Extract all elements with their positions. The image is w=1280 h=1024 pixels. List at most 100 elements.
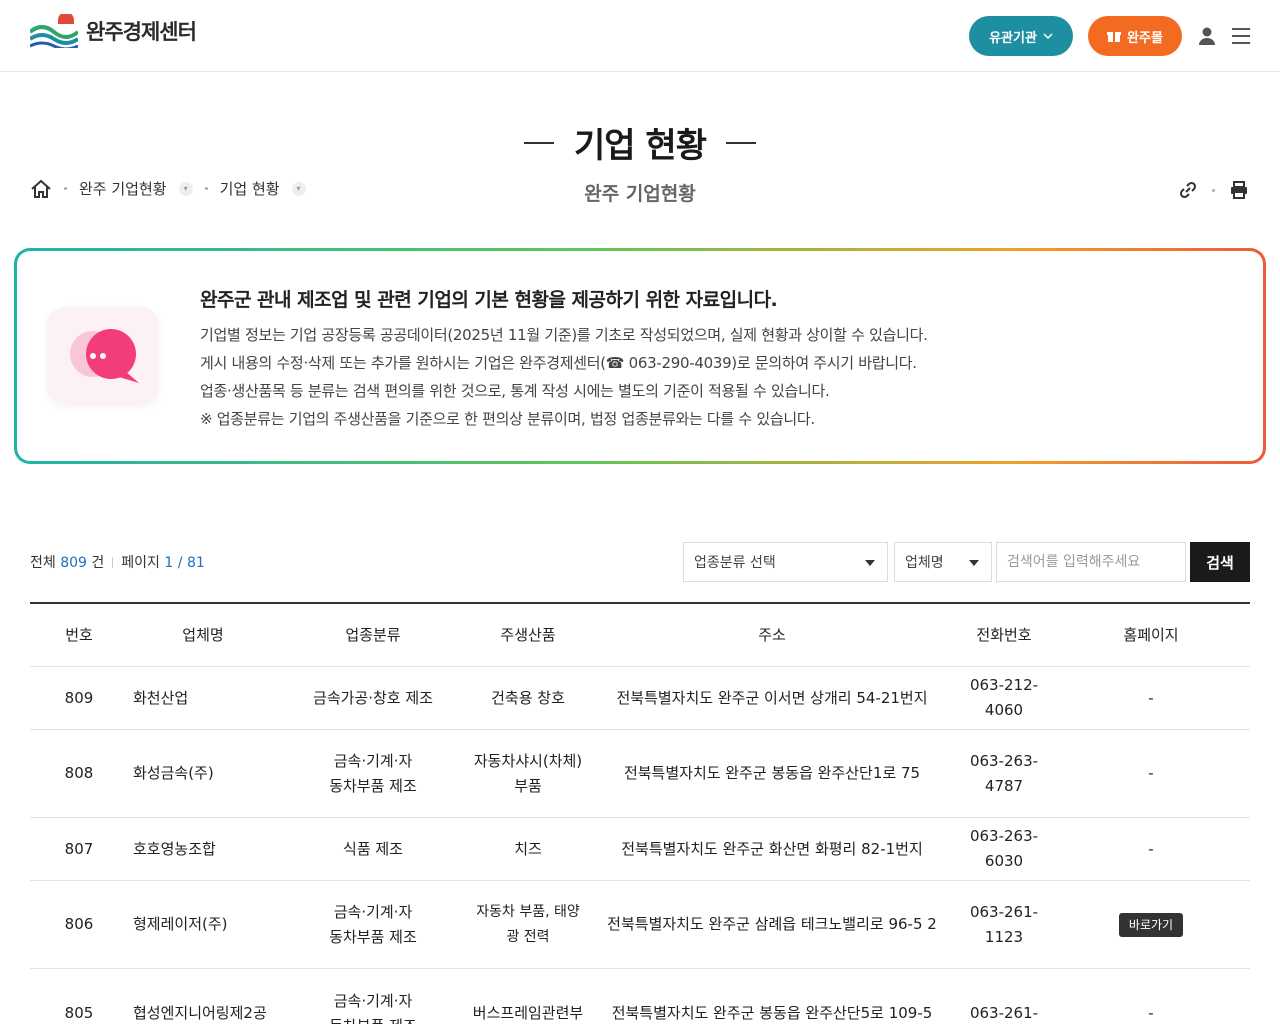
table-row[interactable]: 807 호호영농조합 식품 제조 치즈 전북특별자치도 완주군 화산면 화평리 … <box>30 818 1250 881</box>
company-table: 번호 업체명 업종분류 주생산품 주소 전화번호 홈페이지 809 화천산업 금… <box>30 602 1250 1024</box>
notice-box-inner: 완주군 관내 제조업 및 관련 기업의 기본 현황을 제공하기 위한 자료입니다… <box>17 251 1263 461</box>
cell-product: 건축용 창호 <box>491 688 565 707</box>
cell-product: 치즈 <box>514 839 542 858</box>
page-indicator: 페이지 1 / 81 <box>121 555 205 571</box>
table-header-cell: 전화번호 <box>976 625 1032 644</box>
cell-address: 전북특별자치도 완주군 화산면 화평리 82-1번지 <box>621 839 923 858</box>
menu-icon[interactable] <box>1230 27 1252 45</box>
cell-homepage: - <box>1148 764 1154 782</box>
print-icon[interactable] <box>1229 180 1249 200</box>
chevron-down-icon <box>1043 33 1053 40</box>
cell-no: 806 <box>64 915 94 933</box>
cell-category: 금속·기계·자동차부품 제조 <box>329 902 417 946</box>
table-header-cell: 업체명 <box>182 625 224 644</box>
cell-address: 전북특별자치도 완주군 봉동읍 완주산단5로 109-5 <box>611 1004 933 1022</box>
wanju-mall-label: 완주몰 <box>1127 30 1163 46</box>
cell-no: 807 <box>64 839 94 858</box>
summary-separator <box>112 556 114 568</box>
page-title: 기업 현황 <box>524 118 756 167</box>
search-button[interactable]: 검색 <box>1190 542 1250 582</box>
page-current: 1 <box>164 555 174 571</box>
cell-address: 전북특별자치도 완주군 봉동읍 완주산단1로 75 <box>623 764 921 782</box>
cell-no: 808 <box>64 764 94 782</box>
tools-separator <box>1212 188 1215 192</box>
title-dash-left <box>524 141 555 144</box>
cell-category: 금속가공·창호 제조 <box>313 688 433 707</box>
result-summary: 전체 809 건 페이지 1 / 81 <box>30 552 205 572</box>
cell-phone: 063-263-6030 <box>969 827 1039 870</box>
search-field-select-value: 업체명 <box>905 555 944 571</box>
notice-box: 완주군 관내 제조업 및 관련 기업의 기본 현황을 제공하기 위한 자료입니다… <box>14 248 1266 464</box>
table-row[interactable]: 809 화천산업 금속가공·창호 제조 건축용 창호 전북특별자치도 완주군 이… <box>30 667 1250 730</box>
table-header-cell: 주소 <box>758 625 786 644</box>
notice-line: 업종·생산품목 등 분류는 검색 편의를 위한 것으로, 통계 작성 시에는 별… <box>200 382 830 400</box>
cell-name: 호호영농조합 <box>133 839 216 858</box>
related-agencies-label: 유관기관 <box>989 30 1037 46</box>
cell-phone: 063-261-1970 <box>969 1004 1039 1022</box>
notice-line: 게시 내용의 수정·삭제 또는 추가를 원하시는 기업은 완주경제센터(☎ 06… <box>200 354 917 372</box>
total-count: 809 <box>60 555 87 571</box>
cell-product: 버스프레임관련부품 <box>472 1004 584 1022</box>
logo-text: 완주경제센터 <box>86 20 197 44</box>
site-header: 완주경제센터 유관기관 완주몰 <box>0 0 1280 72</box>
notice-body: 기업별 정보는 기업 공장등록 공공데이터(2025년 11월 기준)를 기초로… <box>200 321 928 433</box>
cell-no: 805 <box>64 1004 94 1022</box>
cell-category: 식품 제조 <box>343 839 403 858</box>
cell-homepage: - <box>1148 688 1154 707</box>
chat-bubble-icon <box>47 307 159 405</box>
table-row[interactable]: 808 화성금속(주) 금속·기계·자동차부품 제조 자동차샤시(차체)부품 전… <box>30 730 1250 818</box>
user-icon[interactable] <box>1197 26 1217 46</box>
cell-homepage: 바로가기 <box>1052 912 1250 937</box>
table-header-cell: 번호 <box>65 625 93 644</box>
notice-line: ※ 업종분류는 기업의 주생산품을 기준으로 한 편의상 분류이며, 법정 업종… <box>200 410 815 428</box>
table-header-cell: 홈페이지 <box>1123 625 1179 644</box>
cell-address: 전북특별자치도 완주군 삼례읍 테크노밸리로 96-5 2 <box>607 915 937 933</box>
breadcrumb-item-level1[interactable]: 완주 기업현황 <box>79 178 167 199</box>
breadcrumb: 완주 기업현황 ▾ 기업 현황 ▾ <box>30 178 306 199</box>
table-row[interactable]: 806 형제레이저(주) 금속·기계·자동차부품 제조 자동차 부품, 태양광 … <box>30 881 1250 969</box>
link-share-icon[interactable] <box>1178 180 1198 200</box>
cell-name: 화천산업 <box>133 688 189 707</box>
gift-icon <box>1107 32 1122 42</box>
caret-down-icon <box>865 560 875 566</box>
table-header-cell: 주생산품 <box>500 625 556 644</box>
breadcrumb-separator <box>64 187 67 190</box>
search-field-select[interactable]: 업체명 <box>894 542 992 582</box>
chevron-down-icon[interactable]: ▾ <box>178 181 193 196</box>
chevron-down-icon[interactable]: ▾ <box>291 181 306 196</box>
cell-homepage: - <box>1148 839 1154 858</box>
related-agencies-button[interactable]: 유관기관 <box>969 16 1073 56</box>
cell-category: 금속·기계·자동차부품 제조 <box>329 992 417 1024</box>
page-tools <box>1178 180 1249 200</box>
table-row[interactable]: 805 협성엔지니어링제2공장 금속·기계·자동차부품 제조 버스프레임관련부품… <box>30 969 1250 1024</box>
notice-line: 기업별 정보는 기업 공장등록 공공데이터(2025년 11월 기준)를 기초로… <box>200 326 928 344</box>
homepage-link-button[interactable]: 바로가기 <box>1118 913 1184 937</box>
breadcrumb-separator <box>204 187 208 190</box>
cell-name: 화성금속(주) <box>133 764 214 782</box>
cell-homepage: - <box>1148 1004 1154 1022</box>
page-title-text: 기업 현황 <box>574 126 707 166</box>
table-header-row: 번호 업체명 업종분류 주생산품 주소 전화번호 홈페이지 <box>30 604 1250 667</box>
category-select[interactable]: 업종분류 선택 <box>683 542 888 582</box>
home-icon[interactable] <box>30 179 52 199</box>
caret-down-icon <box>969 560 979 566</box>
cell-name: 형제레이저(주) <box>133 915 228 933</box>
breadcrumb-item-level2[interactable]: 기업 현황 <box>220 178 280 199</box>
cell-phone: 063-261-1123 <box>969 902 1039 946</box>
cell-product: 자동차샤시(차체)부품 <box>473 751 583 795</box>
cell-no: 809 <box>64 688 94 707</box>
cell-address: 전북특별자치도 완주군 이서면 상개리 54-21번지 <box>616 688 928 707</box>
wanju-mall-button[interactable]: 완주몰 <box>1088 16 1182 56</box>
title-dash-right <box>725 141 756 144</box>
search-input[interactable] <box>996 542 1186 582</box>
cell-product: 자동차 부품, 태양광 전력 <box>476 903 580 945</box>
logo-mark-icon <box>30 14 78 48</box>
cell-phone: 063-212-4060 <box>969 676 1039 719</box>
notice-title: 완주군 관내 제조업 및 관련 기업의 기본 현황을 제공하기 위한 자료입니다… <box>200 289 778 311</box>
table-header-cell: 업종분류 <box>345 625 401 644</box>
cell-phone: 063-263-4787 <box>969 751 1039 795</box>
site-logo[interactable]: 완주경제센터 <box>30 14 197 48</box>
cell-category: 금속·기계·자동차부품 제조 <box>329 751 417 795</box>
page-total: 81 <box>186 555 205 571</box>
category-select-value: 업종분류 선택 <box>694 555 776 571</box>
